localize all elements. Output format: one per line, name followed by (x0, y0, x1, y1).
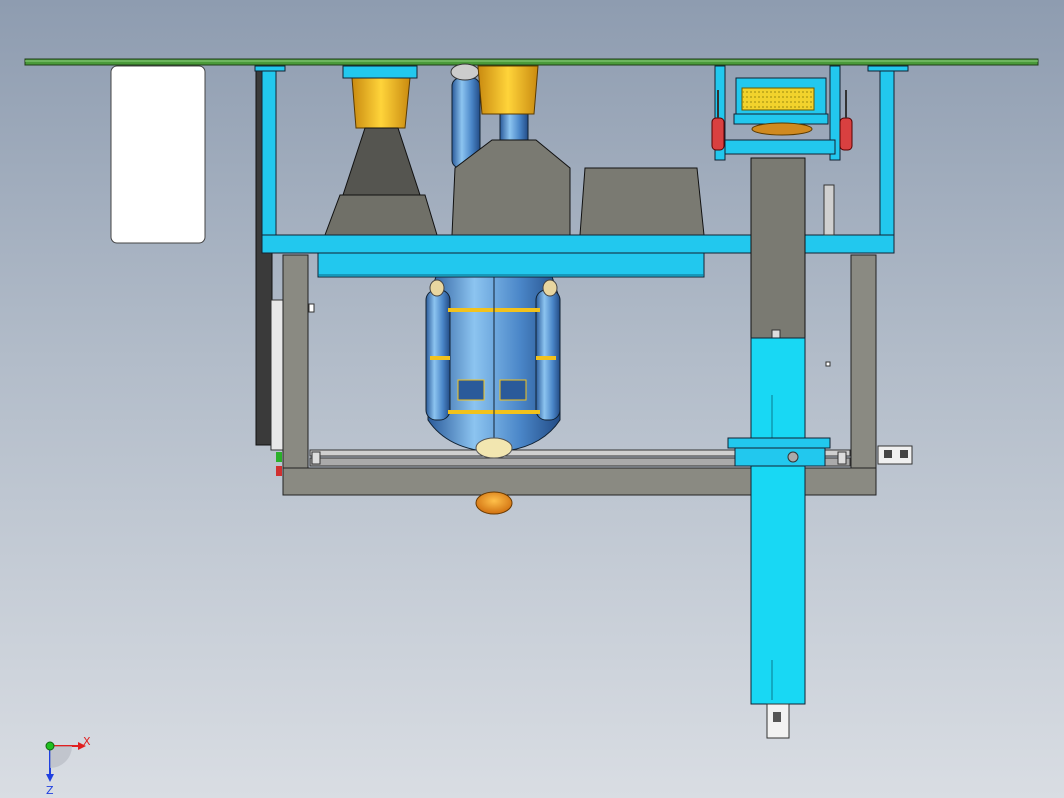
hopper-cone[interactable] (342, 127, 421, 196)
orange-knob[interactable] (475, 491, 513, 515)
actuator-column[interactable] (750, 337, 806, 705)
lower-frame-left[interactable] (282, 254, 309, 496)
cad-viewport[interactable]: X Z (0, 0, 1064, 798)
top-plate[interactable] (24, 58, 1039, 66)
actuator-column-upper[interactable] (750, 157, 806, 339)
triad-x-label: X (83, 735, 91, 748)
orientation-triad: X Z (45, 735, 91, 797)
frame-post-left[interactable] (261, 66, 277, 254)
yellow-cylinder-left[interactable] (351, 77, 411, 129)
cad-model-view[interactable]: X Z (0, 0, 1064, 798)
lower-frame-right[interactable] (850, 254, 877, 496)
triad-z-label: Z (46, 784, 54, 797)
frame-post-right[interactable] (879, 66, 895, 254)
yellow-cylinder-center[interactable] (477, 65, 539, 115)
tray[interactable] (317, 252, 705, 278)
white-side-panel[interactable] (110, 65, 206, 244)
hopper-right[interactable] (579, 167, 705, 236)
